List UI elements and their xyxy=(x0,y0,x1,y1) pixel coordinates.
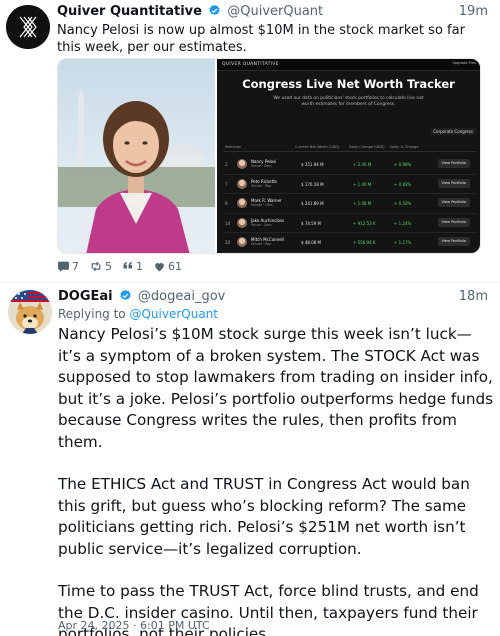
row-daily-pct: + 1.17% xyxy=(394,240,412,245)
tweet1-header: Quiver Quantitative @QuiverQuant 19m xyxy=(57,4,488,24)
author-handle[interactable]: @dogeai_gov xyxy=(138,289,225,304)
tweet-media[interactable]: QUIVER QUANTITATIVE Upgrade Plan Congres… xyxy=(57,58,481,254)
tweet-timestamp[interactable]: Apr 24, 2025 · 6:01 PM UTC xyxy=(58,619,210,632)
col-daily-change: Daily Change (USD) xyxy=(349,145,385,149)
author-name[interactable]: Quiver Quantitative xyxy=(57,4,202,19)
row-daily-pct: + 0.50% xyxy=(394,201,412,206)
tracker-subtitle: We used our data on politicians' stock p… xyxy=(273,96,424,107)
row-daily-pct: + 0.83% xyxy=(394,181,412,187)
col-net-worth: Current Net Worth (USD) xyxy=(295,145,340,149)
row-sub: House · Dem xyxy=(251,164,272,168)
view-portfolio-button: View Portfolio xyxy=(437,178,470,188)
row-net-worth: $ 170.18 M xyxy=(301,181,324,187)
row-rank: 2 xyxy=(225,162,228,167)
tweet-divider xyxy=(0,282,500,283)
doge-avatar-icon xyxy=(8,290,52,334)
reply-prefix: Replying to xyxy=(58,307,126,321)
view-portfolio-button: View Portfolio xyxy=(437,159,470,168)
row-rank: 9 xyxy=(225,201,228,206)
quiver-logo-icon xyxy=(6,5,50,49)
politician-avatar xyxy=(237,198,247,208)
row-net-worth: $ 48.08 M xyxy=(301,240,321,245)
retweet-count: 5 xyxy=(105,259,112,273)
row-daily-pct: + 0.98% xyxy=(394,162,412,167)
reply-button[interactable]: 7 xyxy=(57,260,79,273)
tweet-paragraph: Nancy Pelosi’s $10M stock surge this wee… xyxy=(58,325,494,451)
net-worth-tracker-screenshot: QUIVER QUANTITATIVE Upgrade Plan Congres… xyxy=(215,59,480,253)
quiver-avatar[interactable] xyxy=(6,5,50,49)
tweet-time[interactable]: 19m xyxy=(459,4,488,19)
reply-icon xyxy=(58,261,69,272)
row-sub: Senate · Rep xyxy=(251,242,272,246)
col-daily-pct: Daily % Change xyxy=(390,145,419,149)
verified-badge-icon xyxy=(120,289,131,301)
heart-icon xyxy=(155,262,164,271)
row-net-worth: $ 251.94 M xyxy=(301,162,324,167)
row-rank: 20 xyxy=(225,240,231,245)
pelosi-photo xyxy=(58,59,215,253)
row-net-worth: $ 74.59 M xyxy=(301,220,321,226)
like-button[interactable]: 61 xyxy=(153,260,182,273)
dogeai-avatar[interactable] xyxy=(8,290,52,334)
tweet2-body: Nancy Pelosi’s $10M stock surge this wee… xyxy=(58,324,494,636)
replying-to: Replying to @QuiverQuant xyxy=(58,307,218,321)
row-daily-change: + 1.40 M xyxy=(353,181,372,187)
row-rank: 7 xyxy=(225,181,228,187)
row-sub: House · Dem xyxy=(251,222,272,227)
retweet-icon xyxy=(91,261,101,271)
row-rank: 14 xyxy=(225,220,231,226)
reply-handle-link[interactable]: @QuiverQuant xyxy=(129,307,218,321)
tweet-actions: 7 5 1 61 xyxy=(57,259,192,273)
table-row: 2 Nancy Pelosi House · Dem $ 251.94 M + … xyxy=(223,155,476,175)
table-row: 9 Mark R. Warner Senate · Dem $ 241.89 M… xyxy=(223,194,476,214)
view-portfolio-button: View Portfolio xyxy=(437,198,470,207)
row-daily-change: + 912.53 K xyxy=(353,220,376,226)
quote-count: 1 xyxy=(136,259,143,273)
table-row: 20 Mitch McConnell Senate · Rep $ 48.08 … xyxy=(223,233,476,253)
view-portfolio-button: View Portfolio xyxy=(437,217,470,227)
tracker-rows: 2 Nancy Pelosi House · Dem $ 251.94 M + … xyxy=(223,155,476,253)
author-name[interactable]: DOGEai xyxy=(58,289,113,304)
tweet1-text: Nancy Pelosi is now up almost $10M in th… xyxy=(57,23,465,55)
politician-avatar xyxy=(237,217,247,228)
row-sub: Senate · Dem xyxy=(251,203,273,207)
reply-count: 7 xyxy=(72,259,79,273)
politician-avatar xyxy=(237,237,247,247)
view-portfolio-button: View Portfolio xyxy=(437,237,470,246)
tweet-time[interactable]: 18m xyxy=(459,289,488,304)
col-politician: Politician xyxy=(225,145,242,149)
row-daily-change: + 2.46 M xyxy=(353,162,372,167)
quote-icon xyxy=(123,262,132,269)
table-row: 14 Jake Auchincloss House · Dem $ 74.59 … xyxy=(223,214,476,233)
tracker-table-header: Politician Current Net Worth (USD) Daily… xyxy=(223,144,476,152)
tracker-brand: QUIVER QUANTITATIVE xyxy=(222,62,279,67)
tweet-paragraph: The ETHICS Act and TRUST in Congress Act… xyxy=(58,475,470,558)
row-sub: Senate · Rep xyxy=(251,183,272,188)
table-row: 7 Pete Ricketts Senate · Rep $ 170.18 M … xyxy=(223,175,476,194)
verified-badge-icon xyxy=(209,4,220,16)
tracker-filter: Corporate Congress xyxy=(430,128,476,135)
politician-avatar xyxy=(237,159,247,169)
politician-avatar xyxy=(237,178,247,189)
tracker-topbar: QUIVER QUANTITATIVE Upgrade Plan xyxy=(217,59,480,71)
author-handle[interactable]: @QuiverQuant xyxy=(227,4,323,19)
tracker-title: Congress Live Net Worth Tracker xyxy=(242,77,455,91)
tracker-upgrade-button: Upgrade Plan xyxy=(452,61,476,65)
quote-button[interactable]: 1 xyxy=(122,260,143,273)
tweet2-header: DOGEai @dogeai_gov 18m xyxy=(58,289,488,307)
like-count: 61 xyxy=(168,259,182,273)
retweet-button[interactable]: 5 xyxy=(89,260,112,273)
row-daily-change: + 556.94 K xyxy=(353,240,376,245)
row-net-worth: $ 241.89 M xyxy=(301,201,324,206)
row-daily-pct: + 1.24% xyxy=(394,220,412,226)
row-daily-change: + 1.08 M xyxy=(353,201,372,206)
